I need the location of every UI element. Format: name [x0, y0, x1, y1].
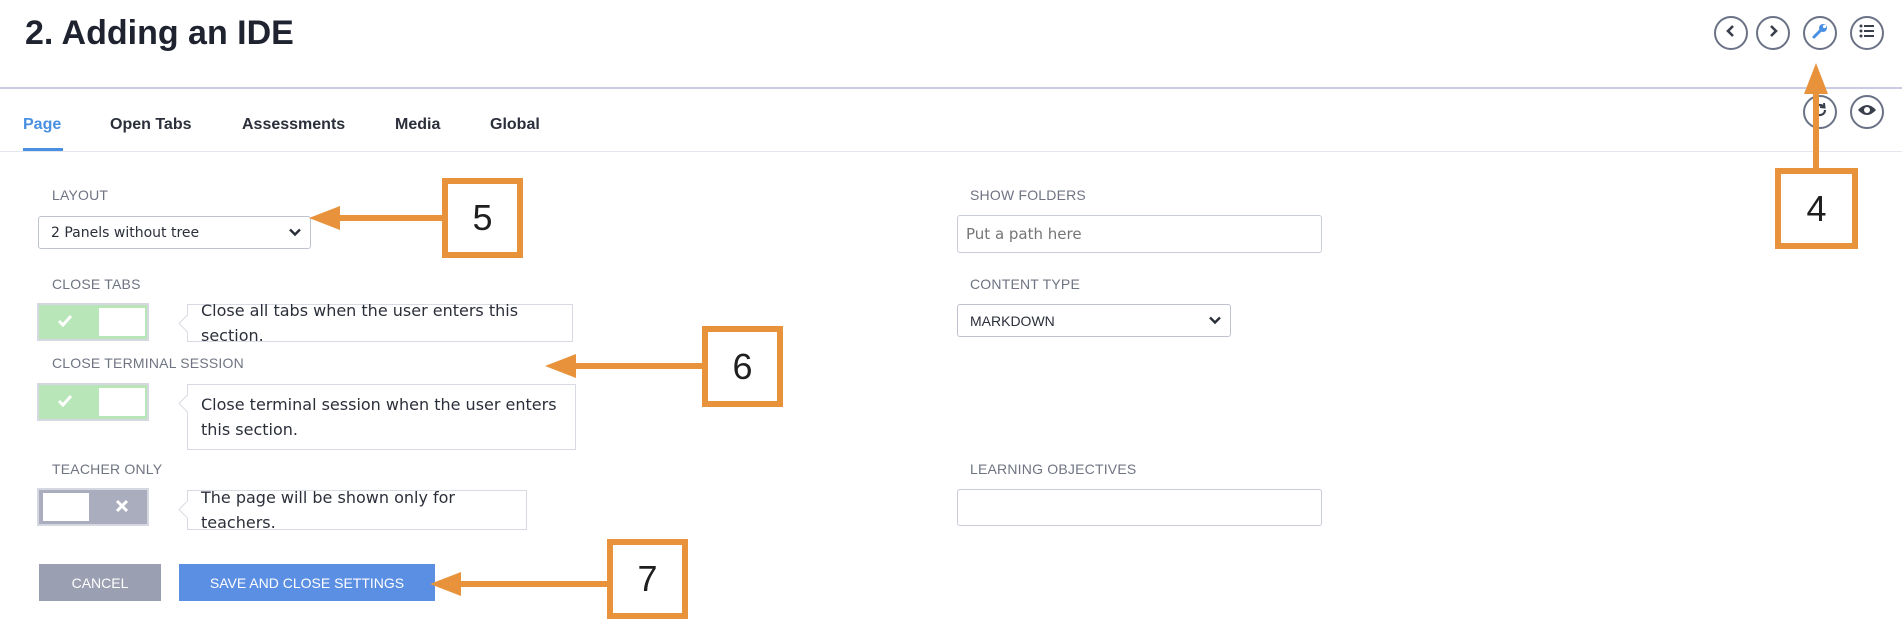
layout-label: LAYOUT	[52, 187, 109, 203]
tab-assessments[interactable]: Assessments	[242, 116, 345, 134]
learning-objectives-input[interactable]	[957, 489, 1322, 526]
wrench-icon	[1811, 22, 1829, 45]
close-tabs-toggle[interactable]	[37, 303, 149, 341]
tab-open-tabs[interactable]: Open Tabs	[110, 116, 192, 134]
close-tabs-help: Close all tabs when the user enters this…	[187, 301, 573, 345]
save-and-close-button[interactable]: SAVE AND CLOSE SETTINGS	[179, 564, 435, 601]
layout-select-value: 2 Panels without tree	[51, 224, 200, 241]
show-folders-label: SHOW FOLDERS	[970, 187, 1086, 203]
page-title: 2. Adding an IDE	[25, 14, 294, 52]
content-type-value: MARKDOWN	[970, 312, 1055, 329]
settings-tabs: Page Open Tabs Assessments Media Global	[0, 88, 1902, 152]
check-icon	[57, 313, 73, 334]
chevron-left-icon	[1724, 24, 1738, 43]
tab-page[interactable]: Page	[23, 116, 61, 134]
content-type-label: CONTENT TYPE	[970, 276, 1081, 292]
refresh-button[interactable]	[1803, 95, 1837, 129]
callout-6: 6	[702, 326, 783, 407]
settings-button[interactable]	[1803, 16, 1837, 50]
tab-global[interactable]: Global	[490, 116, 540, 134]
callout-7: 7	[607, 539, 688, 619]
toggle-knob	[43, 493, 89, 521]
learning-objectives-label: LEARNING OBJECTIVES	[970, 461, 1137, 477]
table-of-contents-button[interactable]	[1850, 16, 1884, 50]
teacher-only-help: The page will be shown only for teachers…	[187, 488, 527, 532]
x-icon	[115, 499, 129, 518]
active-tab-indicator	[23, 148, 63, 151]
chevron-right-icon	[1766, 24, 1780, 43]
eye-icon	[1857, 103, 1877, 122]
close-terminal-toggle[interactable]	[37, 383, 149, 421]
check-icon	[57, 393, 73, 414]
chevron-down-icon	[1208, 312, 1222, 329]
tab-media[interactable]: Media	[395, 116, 440, 134]
toggle-knob	[99, 308, 145, 336]
chevron-down-icon	[288, 224, 302, 241]
close-terminal-help: Close terminal session when the user ent…	[187, 384, 576, 450]
toggle-knob	[99, 388, 145, 416]
previous-page-button[interactable]	[1714, 16, 1748, 50]
teacher-only-toggle[interactable]	[37, 488, 149, 526]
list-icon	[1858, 23, 1876, 44]
close-terminal-label: CLOSE TERMINAL SESSION	[52, 355, 244, 371]
refresh-icon	[1811, 101, 1829, 124]
layout-select[interactable]: 2 Panels without tree	[38, 216, 311, 249]
preview-button[interactable]	[1850, 95, 1884, 129]
page-header: 2. Adding an IDE	[0, 0, 1902, 89]
next-page-button[interactable]	[1756, 16, 1790, 50]
callout-5: 5	[442, 178, 523, 258]
show-folders-input[interactable]	[957, 215, 1322, 253]
cancel-button[interactable]: CANCEL	[39, 564, 161, 601]
callout-4: 4	[1775, 168, 1858, 249]
content-type-select[interactable]: MARKDOWN	[957, 304, 1231, 337]
teacher-only-label: TEACHER ONLY	[52, 461, 163, 477]
close-tabs-label: CLOSE TABS	[52, 276, 141, 292]
